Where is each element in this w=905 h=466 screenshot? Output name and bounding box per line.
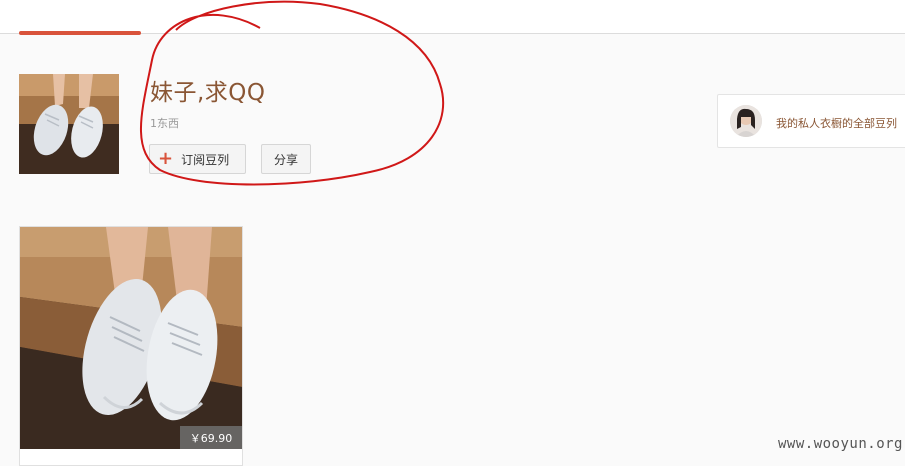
share-button[interactable]: 分享	[261, 144, 311, 174]
doulist-title: 妹子,求QQ	[150, 80, 266, 106]
watermark: www.wooyun.org	[777, 436, 903, 452]
plus-icon: +	[158, 148, 174, 169]
subscribe-button[interactable]: + 订阅豆列	[149, 144, 246, 174]
top-bar	[0, 0, 905, 34]
doulist-cover-image[interactable]	[19, 74, 119, 174]
item-photo[interactable]	[20, 227, 242, 449]
item-count[interactable]: 1东西	[150, 115, 179, 131]
owner-all-doulists-link[interactable]: 我的私人衣橱的全部豆列	[776, 115, 897, 131]
avatar[interactable]	[730, 105, 762, 137]
owner-card: 我的私人衣橱的全部豆列	[717, 94, 905, 148]
price-badge: ￥69.90	[180, 426, 242, 449]
item-card[interactable]: ￥69.90	[19, 226, 243, 466]
subscribe-label: 订阅豆列	[181, 152, 230, 167]
share-label: 分享	[273, 152, 298, 167]
active-tab-indicator	[19, 31, 141, 35]
